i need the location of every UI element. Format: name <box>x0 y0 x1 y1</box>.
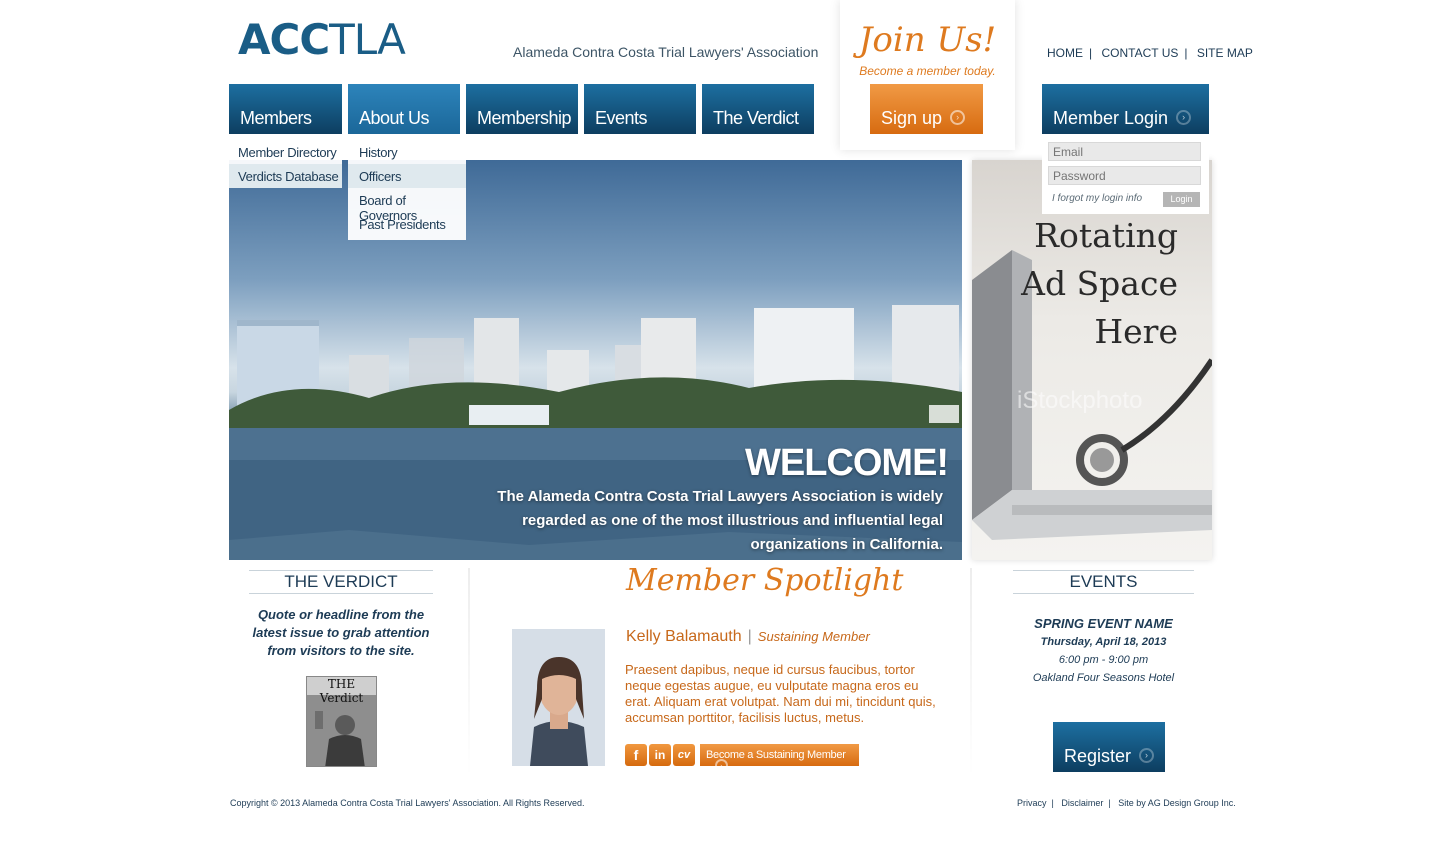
password-field[interactable] <box>1048 166 1201 185</box>
member-portrait-image <box>512 629 605 766</box>
copyright: Copyright © 2013 Alameda Contra Costa Tr… <box>230 798 585 808</box>
nav-membership[interactable]: Membership <box>466 84 578 134</box>
linkedin-icon[interactable]: in <box>649 744 671 766</box>
dropdown-item-member-directory[interactable]: Member Directory <box>229 140 342 164</box>
top-link-home[interactable]: HOME <box>1047 46 1083 60</box>
cv-icon[interactable]: cv <box>673 744 695 766</box>
logo[interactable]: ACCTLA <box>238 15 406 64</box>
become-sustaining-member-button[interactable]: Become a Sustaining Member› <box>700 744 859 772</box>
email-field[interactable] <box>1048 142 1201 161</box>
hero-title: WELCOME! <box>745 442 949 484</box>
about-dropdown: History Officers Board of Governors Past… <box>348 140 466 240</box>
verdict-quote: Quote or headline from the latest issue … <box>252 607 430 658</box>
facebook-icon[interactable]: f <box>625 744 647 766</box>
logo-bold: ACC <box>238 15 330 64</box>
footer-links: Privacy | Disclaimer | Site by AG Design G… <box>1017 798 1236 808</box>
forgot-login-link[interactable]: I forgot my login info <box>1052 193 1142 204</box>
member-name: Kelly Balamauth <box>626 628 742 645</box>
member-photo <box>512 629 605 766</box>
verdict-title: THE VERDICT <box>249 570 433 594</box>
event-time: 6:00 pm - 9:00 pm <box>1058 654 1149 666</box>
member-bio: Praesent dapibus, neque id cursus faucib… <box>625 662 936 725</box>
top-link-contact[interactable]: CONTACT US <box>1101 46 1178 60</box>
arrow-circle-icon: › <box>950 109 966 125</box>
divider <box>970 568 972 778</box>
event-name: SPRING EVENT NAME <box>1034 616 1173 631</box>
nav-the-verdict[interactable]: The Verdict <box>702 84 814 134</box>
spotlight-title: Member Spotlight <box>626 563 904 598</box>
events-title: EVENTS <box>1013 570 1194 594</box>
join-title: Join Us! <box>858 20 997 60</box>
tagline: Alameda Contra Costa Trial Lawyers' Asso… <box>513 44 819 60</box>
footer-link-disclaimer[interactable]: Disclaimer <box>1061 798 1103 808</box>
signup-label: Sign up <box>881 108 943 128</box>
event-date: Thursday, April 18, 2013 <box>1040 636 1167 648</box>
register-button[interactable]: Register › <box>1053 722 1165 772</box>
arrow-circle-icon: › <box>1176 109 1192 125</box>
nav-events[interactable]: Events <box>584 84 696 134</box>
watermark-text: iStockphoto <box>1017 387 1142 414</box>
logo-light: TLA <box>329 15 406 64</box>
event-venue: Oakland Four Seasons Hotel <box>1032 672 1175 684</box>
divider <box>468 568 470 778</box>
top-link-sitemap[interactable]: SITE MAP <box>1197 46 1253 60</box>
member-login-label: Member Login <box>1053 108 1169 128</box>
dropdown-item-history[interactable]: History <box>348 140 466 164</box>
member-login-button[interactable]: Member Login › <box>1042 84 1209 134</box>
dropdown-item-officers[interactable]: Officers <box>348 164 466 188</box>
hero-text: The Alameda Contra Costa Trial Lawyers A… <box>497 488 943 553</box>
register-label: Register <box>1064 746 1132 766</box>
become-sustaining-member-label: Become a Sustaining Member <box>706 749 846 761</box>
footer-link-privacy[interactable]: Privacy <box>1017 798 1047 808</box>
nav-about-us[interactable]: About Us <box>348 84 460 134</box>
magazine-title: THE Verdict <box>319 677 364 705</box>
footer-link-credit[interactable]: Site by AG Design Group Inc. <box>1118 798 1236 808</box>
member-level: Sustaining Member <box>757 629 870 644</box>
arrow-circle-icon: › <box>1139 747 1155 763</box>
dropdown-item-verdicts-database[interactable]: Verdicts Database <box>229 164 342 188</box>
arrow-circle-icon: › <box>715 759 728 772</box>
nav-members[interactable]: Members <box>229 84 342 134</box>
login-button[interactable]: Login <box>1163 192 1200 207</box>
members-dropdown: Member Directory Verdicts Database <box>229 140 342 188</box>
ad-line: Here <box>1094 312 1178 351</box>
member-name-line: Kelly Balamauth | Sustaining Member <box>626 628 870 645</box>
ad-line: Rotating <box>1034 216 1178 255</box>
ad-text: Rotating Ad Space Here <box>972 212 1178 356</box>
dropdown-item-board-of-governors[interactable]: Board of Governors <box>348 188 466 223</box>
signup-button[interactable]: Sign up › <box>870 84 983 134</box>
top-links: HOME | CONTACT US | SITE MAP <box>1047 46 1253 60</box>
join-subtitle: Become a member today. <box>859 64 996 78</box>
ad-line: Ad Space <box>1021 264 1178 303</box>
